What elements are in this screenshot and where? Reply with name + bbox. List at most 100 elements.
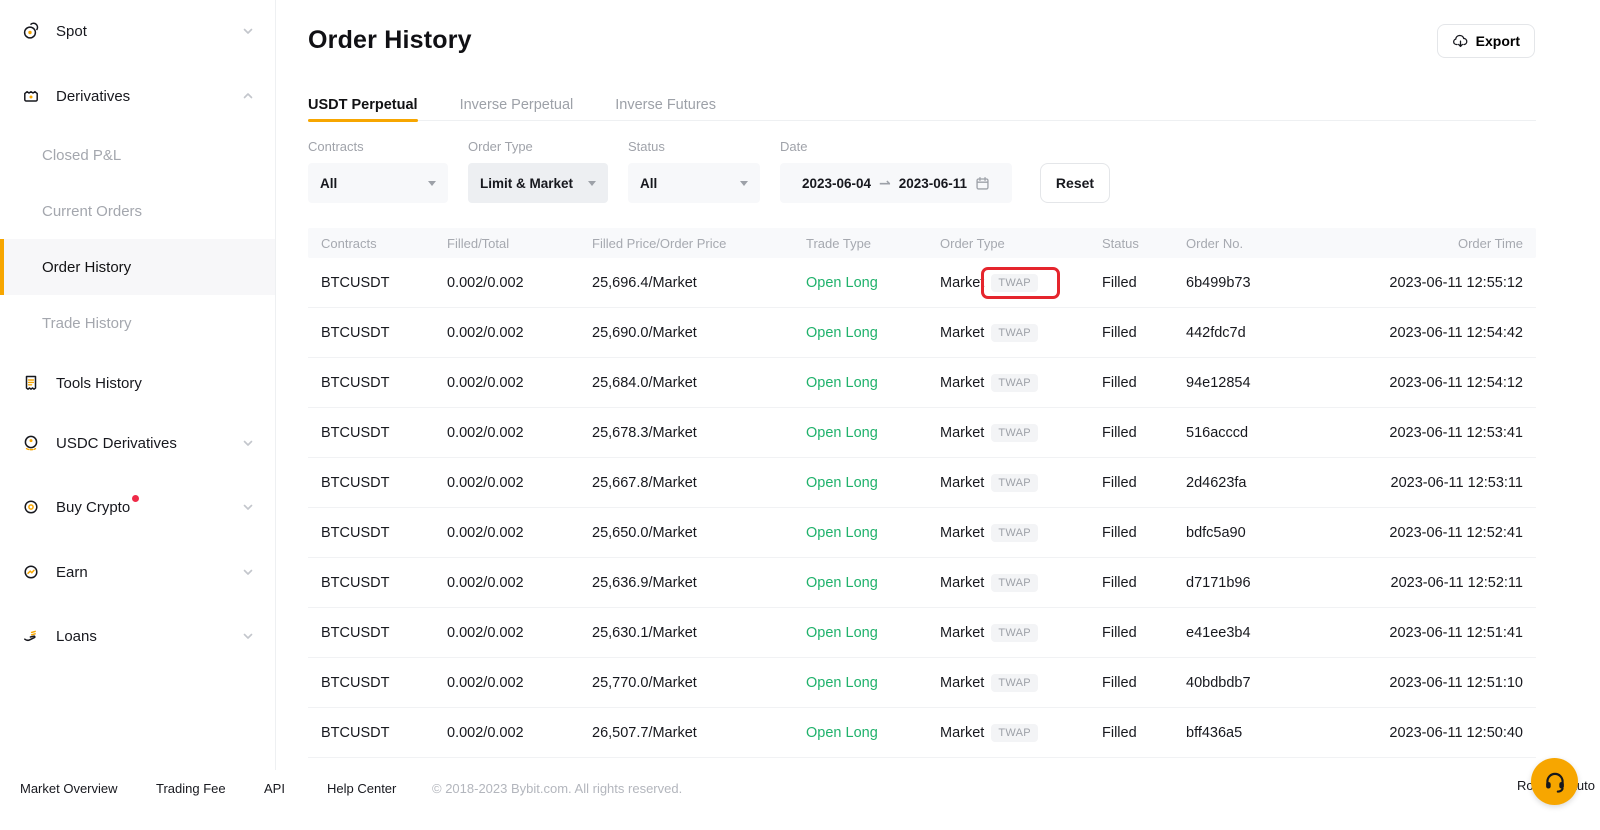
- cell-trade-type: Open Long: [793, 575, 927, 591]
- date-filter-label: Date: [780, 139, 807, 154]
- cell-order-no: e41ee3b4: [1173, 625, 1343, 641]
- cell-order-time: 2023-06-11 12:52:41: [1343, 525, 1536, 541]
- contracts-select[interactable]: All: [308, 163, 448, 203]
- spot-icon: [21, 21, 41, 41]
- sidebar-item-spot[interactable]: Spot: [0, 3, 275, 59]
- tab-inverse-futures[interactable]: Inverse Futures: [615, 89, 716, 120]
- sidebar-item-current-orders[interactable]: Current Orders: [0, 183, 275, 239]
- cell-order-no: bff436a5: [1173, 725, 1343, 741]
- cell-price: 25,696.4/Market: [579, 275, 793, 291]
- cell-contract: BTCUSDT: [308, 375, 434, 391]
- footer-link-market-overview[interactable]: Market Overview: [20, 781, 118, 796]
- cell-filled-total: 0.002/0.002: [434, 375, 579, 391]
- cell-price: 25,650.0/Market: [579, 525, 793, 541]
- cell-status: Filled: [1089, 625, 1173, 641]
- sidebar-item-buy-crypto[interactable]: Buy Crypto: [0, 479, 275, 535]
- date-range-picker[interactable]: 2023-06-04 ⇀ 2023-06-11: [780, 163, 1012, 203]
- cell-contract: BTCUSDT: [308, 675, 434, 691]
- sidebar-item-loans[interactable]: Loans: [0, 608, 275, 664]
- cell-status: Filled: [1089, 725, 1173, 741]
- twap-tag: TWAP: [991, 674, 1038, 692]
- sidebar-item-order-history[interactable]: Order History: [0, 239, 275, 295]
- table-row[interactable]: BTCUSDT 0.002/0.002 25,636.9/Market Open…: [308, 558, 1536, 608]
- table-row[interactable]: BTCUSDT 0.002/0.002 25,678.3/Market Open…: [308, 408, 1536, 458]
- cell-filled-total: 0.002/0.002: [434, 625, 579, 641]
- cell-price: 26,507.7/Market: [579, 725, 793, 741]
- cell-trade-type: Open Long: [793, 525, 927, 541]
- cell-filled-total: 0.002/0.002: [434, 725, 579, 741]
- cell-status: Filled: [1089, 575, 1173, 591]
- cell-order-no: 40bdbdb7: [1173, 675, 1343, 691]
- footer-link-api[interactable]: API: [264, 781, 285, 796]
- order-type-select[interactable]: Limit & Market: [468, 163, 608, 203]
- export-icon: [1452, 33, 1469, 50]
- cell-trade-type: Open Long: [793, 425, 927, 441]
- order-type-text: Market: [940, 575, 984, 591]
- sidebar-item-earn[interactable]: Earn: [0, 544, 275, 600]
- active-indicator-bar: [0, 239, 4, 295]
- table-row[interactable]: BTCUSDT 0.002/0.002 25,650.0/Market Open…: [308, 508, 1536, 558]
- footer-link-help-center[interactable]: Help Center: [327, 781, 396, 796]
- export-button[interactable]: Export: [1437, 24, 1535, 58]
- loans-icon: [21, 626, 41, 646]
- cell-order-no: d7171b96: [1173, 575, 1343, 591]
- sidebar-item-trade-history[interactable]: Trade History: [0, 295, 275, 351]
- cell-status: Filled: [1089, 675, 1173, 691]
- sidebar-item-closed-pnl[interactable]: Closed P&L: [0, 127, 275, 183]
- twap-tag: TWAP: [991, 274, 1038, 292]
- cell-filled-total: 0.002/0.002: [434, 425, 579, 441]
- col-header-order-type: Order Type: [927, 236, 1089, 251]
- sidebar-item-label: Closed P&L: [42, 147, 121, 164]
- table-row[interactable]: BTCUSDT 0.002/0.002 26,507.7/Market Open…: [308, 708, 1536, 758]
- sidebar-item-usdc-derivatives[interactable]: USDC Derivatives: [0, 415, 275, 471]
- cell-contract: BTCUSDT: [308, 625, 434, 641]
- sidebar-item-label: Trade History: [42, 315, 131, 332]
- cell-status: Filled: [1089, 375, 1173, 391]
- table-row[interactable]: BTCUSDT 0.002/0.002 25,696.4/Market Open…: [308, 258, 1536, 308]
- cell-filled-total: 0.002/0.002: [434, 575, 579, 591]
- support-chat-button[interactable]: [1531, 758, 1578, 805]
- sidebar-item-label: Earn: [56, 564, 88, 581]
- copyright-text: © 2018-2023 Bybit.com. All rights reserv…: [432, 781, 682, 796]
- order-type-text: Market: [940, 425, 984, 441]
- sidebar-item-derivatives[interactable]: Derivatives: [0, 68, 275, 124]
- twap-tag: TWAP: [991, 474, 1038, 492]
- usdc-derivatives-icon: [21, 433, 41, 453]
- cell-trade-type: Open Long: [793, 275, 927, 291]
- cell-price: 25,667.8/Market: [579, 475, 793, 491]
- tab-inverse-perpetual[interactable]: Inverse Perpetual: [460, 89, 574, 120]
- table-header-row: Contracts Filled/Total Filled Price/Orde…: [308, 228, 1536, 258]
- table-row[interactable]: BTCUSDT 0.002/0.002 25,684.0/Market Open…: [308, 358, 1536, 408]
- order-type-filter-label: Order Type: [468, 139, 533, 154]
- order-type-text: Market: [940, 325, 984, 341]
- cell-contract: BTCUSDT: [308, 275, 434, 291]
- order-type-text: Market: [940, 275, 984, 291]
- order-type-text: Market: [940, 725, 984, 741]
- cell-order-time: 2023-06-11 12:51:41: [1343, 625, 1536, 641]
- twap-tag: TWAP: [991, 424, 1038, 442]
- sidebar-item-label: Loans: [56, 628, 97, 645]
- chevron-down-icon: [241, 24, 255, 38]
- col-header-status: Status: [1089, 236, 1173, 251]
- date-end-value: 2023-06-11: [899, 176, 967, 191]
- order-type-select-value: Limit & Market: [480, 176, 573, 191]
- tab-usdt-perpetual[interactable]: USDT Perpetual: [308, 89, 418, 120]
- table-row[interactable]: BTCUSDT 0.002/0.002 25,630.1/Market Open…: [308, 608, 1536, 658]
- dropdown-caret-icon: [588, 181, 596, 186]
- footer-link-trading-fee[interactable]: Trading Fee: [156, 781, 226, 796]
- cell-order-no: bdfc5a90: [1173, 525, 1343, 541]
- sidebar-item-tools-history[interactable]: Tools History: [0, 355, 275, 411]
- status-select[interactable]: All: [628, 163, 760, 203]
- cell-trade-type: Open Long: [793, 625, 927, 641]
- derivatives-icon: [21, 86, 41, 106]
- table-row[interactable]: BTCUSDT 0.002/0.002 25,690.0/Market Open…: [308, 308, 1536, 358]
- table-row[interactable]: BTCUSDT 0.002/0.002 25,667.8/Market Open…: [308, 458, 1536, 508]
- main-content: Order History Export USDT Perpetual Inve…: [276, 0, 1600, 770]
- cell-order-time: 2023-06-11 12:52:11: [1343, 575, 1536, 591]
- table-row[interactable]: BTCUSDT 0.002/0.002 25,770.0/Market Open…: [308, 658, 1536, 708]
- chevron-down-icon: [241, 629, 255, 643]
- reset-button[interactable]: Reset: [1040, 163, 1110, 203]
- headset-icon: [1542, 769, 1568, 795]
- cell-price: 25,684.0/Market: [579, 375, 793, 391]
- order-type-text: Market: [940, 475, 984, 491]
